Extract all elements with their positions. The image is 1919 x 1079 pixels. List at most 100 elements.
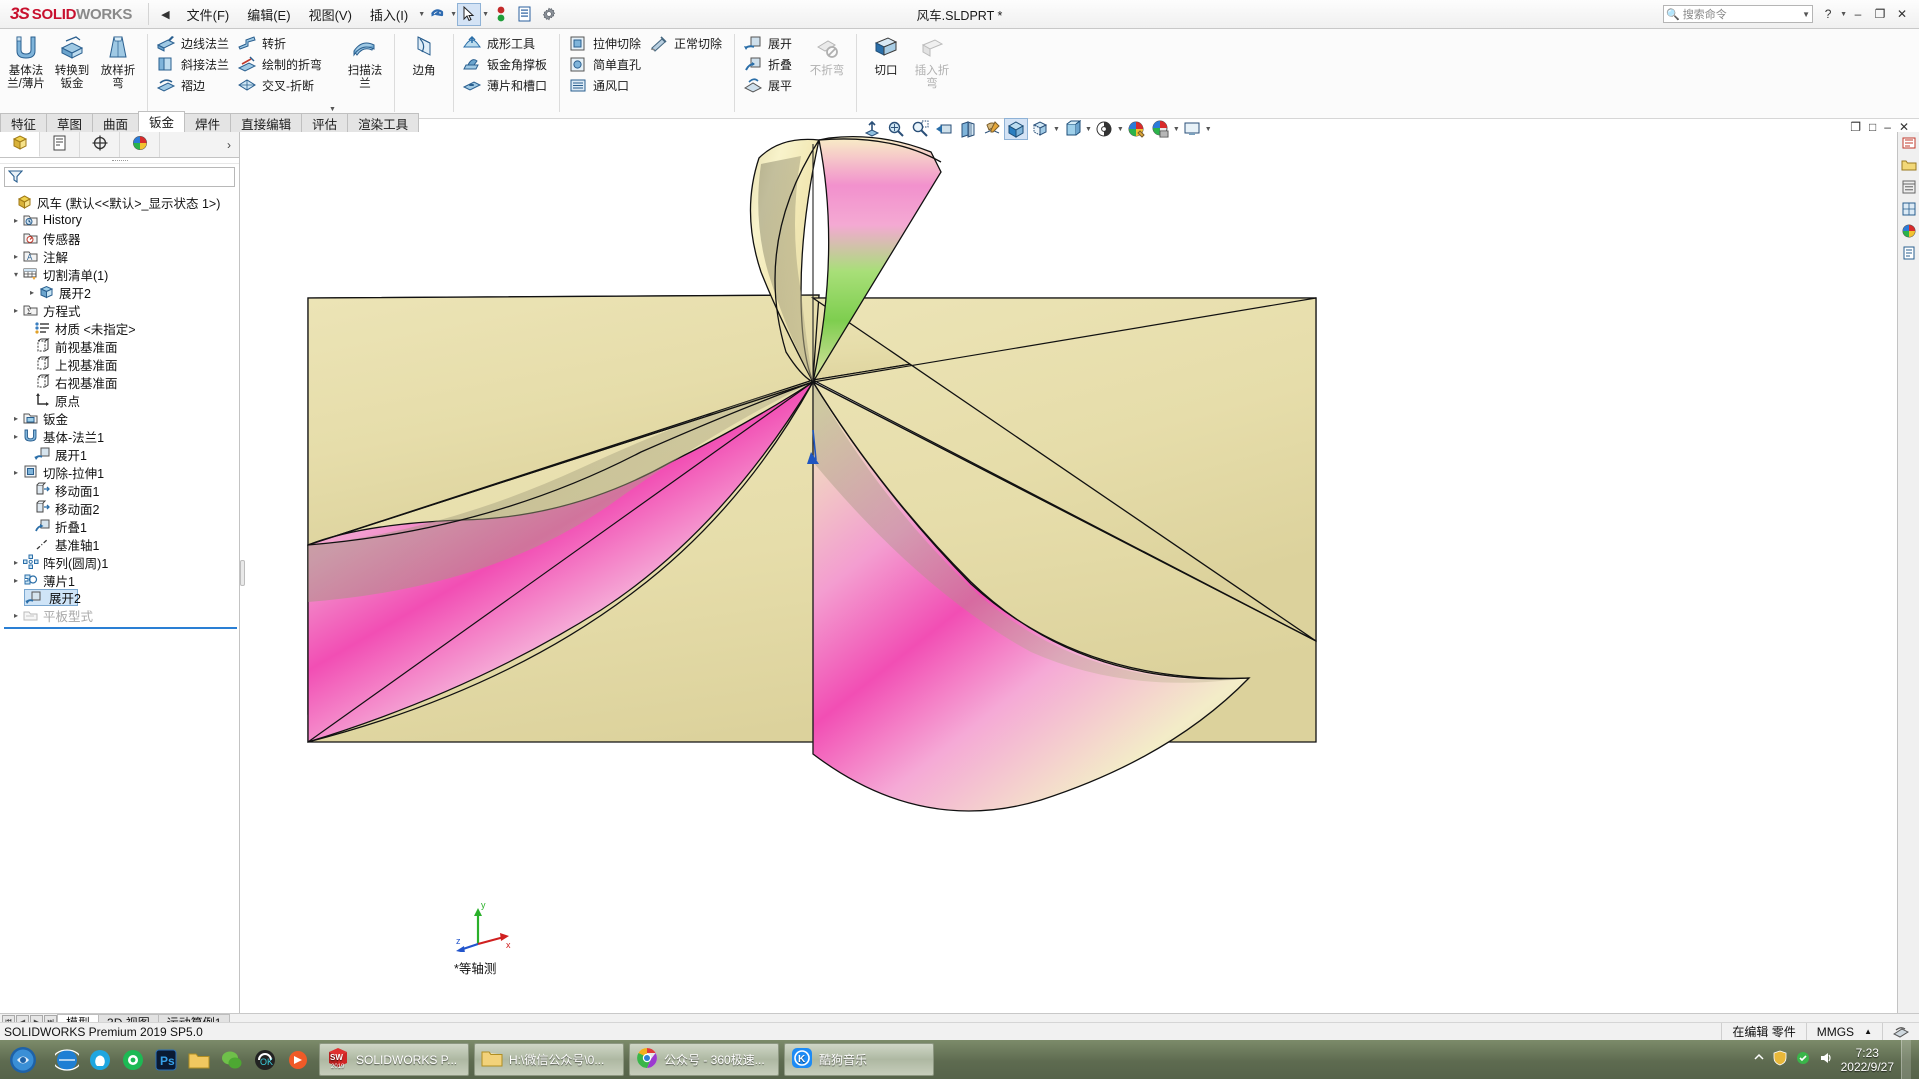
sw-resources-icon[interactable] bbox=[1898, 132, 1919, 154]
feature-manager-tab[interactable] bbox=[0, 132, 40, 157]
normal-cut-button[interactable]: 正常切除 bbox=[647, 33, 728, 54]
doc-maximize-button[interactable]: □ bbox=[1865, 120, 1880, 134]
restore-window-button[interactable]: ❐ bbox=[1869, 4, 1891, 24]
tree-node-origin[interactable]: 原点 bbox=[2, 391, 239, 409]
apply-scene-icon[interactable] bbox=[1124, 118, 1148, 140]
tree-twist[interactable]: ▾ bbox=[10, 270, 22, 279]
tree-twist[interactable]: ▸ bbox=[10, 611, 22, 620]
status-units-caret[interactable]: ▲ bbox=[1864, 1023, 1882, 1040]
rebuild-button[interactable] bbox=[489, 3, 513, 26]
forming-tool-button[interactable]: 成形工具 bbox=[460, 33, 553, 54]
doc-restore-button[interactable]: ❐ bbox=[1846, 120, 1865, 134]
undo-button[interactable] bbox=[425, 3, 449, 26]
lofted-bend-button[interactable]: 放样折弯 bbox=[95, 31, 141, 91]
tree-node-sensors[interactable]: 传感器 bbox=[2, 229, 239, 247]
tree-node-move-face-1[interactable]: 移动面1 bbox=[2, 481, 239, 499]
status-sheetmetal-icon[interactable] bbox=[1882, 1023, 1919, 1040]
menu-collapse-icon[interactable]: ◀ bbox=[153, 8, 177, 21]
rip-button[interactable]: 切口 bbox=[863, 31, 909, 78]
qq-icon[interactable] bbox=[87, 1047, 113, 1073]
tree-node-move-face-2[interactable]: 移动面2 bbox=[2, 499, 239, 517]
sketched-bend-button[interactable]: 绘制的折弯 bbox=[235, 54, 328, 75]
tree-twist[interactable]: ▸ bbox=[10, 468, 22, 477]
hem-button[interactable]: 褶边 bbox=[154, 75, 235, 96]
no-bends-button[interactable]: 不折弯 bbox=[804, 31, 850, 78]
zoom-in-out-icon[interactable] bbox=[908, 118, 932, 140]
panel-drag-handle[interactable] bbox=[0, 158, 239, 164]
tab-surfaces[interactable]: 曲面 bbox=[92, 113, 140, 132]
browser-icon[interactable] bbox=[54, 1047, 80, 1073]
appearances-scenes-icon[interactable] bbox=[1898, 220, 1919, 242]
360-browser-icon[interactable] bbox=[120, 1047, 146, 1073]
help-button[interactable]: ? bbox=[1817, 4, 1839, 24]
select-tool-button[interactable] bbox=[457, 2, 482, 26]
tab-direct-edit[interactable]: 直接编辑 bbox=[230, 113, 303, 132]
sheetmetal-gusset-button[interactable]: 钣金角撑板 bbox=[460, 54, 553, 75]
tree-node-part-root[interactable]: 风车 (默认<<默认>_显示状态 1>) bbox=[2, 193, 239, 211]
panel-splitter[interactable] bbox=[240, 560, 245, 586]
tree-node-unfold2[interactable]: 展开2 bbox=[24, 589, 81, 606]
tool-icon[interactable]: OK bbox=[252, 1047, 278, 1073]
doc-close-button[interactable]: ✕ bbox=[1895, 120, 1913, 134]
tree-node-equations[interactable]: ▸ Σ 方程式 bbox=[2, 301, 239, 319]
taskbar-item-solidworks[interactable]: SW 2019 SOLIDWORKS P... bbox=[319, 1043, 469, 1076]
simple-hole-button[interactable]: 简单直孔 bbox=[566, 54, 647, 75]
minimize-window-button[interactable]: – bbox=[1847, 4, 1869, 24]
folder-icon[interactable] bbox=[186, 1047, 212, 1073]
status-units-text[interactable]: MMGS bbox=[1805, 1023, 1864, 1040]
tree-node-extruded-cut[interactable]: ▸ 切除-拉伸1 bbox=[2, 463, 239, 481]
tree-node-front-plane[interactable]: 前视基准面 bbox=[2, 337, 239, 355]
extruded-cut-button[interactable]: 拉伸切除 bbox=[566, 33, 647, 54]
chat-icon[interactable] bbox=[219, 1047, 245, 1073]
tab-features[interactable]: 特征 bbox=[0, 113, 48, 132]
viewport-layout-icon[interactable] bbox=[1180, 118, 1204, 140]
corner-button[interactable]: 边角 bbox=[401, 31, 447, 78]
tree-twist[interactable]: ▸ bbox=[26, 288, 38, 297]
doc-minimize-button[interactable]: – bbox=[1880, 120, 1895, 134]
tree-node-cutlist[interactable]: ▾ 切割清单(1) bbox=[2, 265, 239, 283]
flatten-button[interactable]: 展平 bbox=[741, 75, 798, 96]
design-library-icon[interactable] bbox=[1898, 154, 1919, 176]
file-explorer-icon[interactable] bbox=[1898, 176, 1919, 198]
tree-twist[interactable]: ▸ bbox=[10, 216, 22, 225]
tab-evaluate[interactable]: 评估 bbox=[301, 113, 349, 132]
edit-appearance-icon[interactable] bbox=[1092, 118, 1116, 140]
tree-twist[interactable]: ▸ bbox=[10, 558, 22, 567]
tree-node-fold1[interactable]: 折叠1 bbox=[2, 517, 239, 535]
feature-filter-input[interactable] bbox=[4, 167, 235, 187]
search-input[interactable]: 🔍 搜索命令 ▼ bbox=[1663, 5, 1814, 23]
undo-caret[interactable]: ▼ bbox=[450, 11, 457, 18]
zoom-to-area-icon[interactable] bbox=[884, 118, 908, 140]
help-caret[interactable]: ▼ bbox=[1840, 11, 1847, 18]
graphics-viewport[interactable]: y x z *等轴测 bbox=[241, 132, 1919, 1013]
tree-node-sheetmetal-folder[interactable]: ▸ 钣金 bbox=[2, 409, 239, 427]
view-settings-icon[interactable] bbox=[1148, 118, 1172, 140]
tab-render-tools[interactable]: 渲染工具 bbox=[347, 113, 420, 132]
tree-node-flat-pattern[interactable]: ▸ 平板型式 bbox=[2, 606, 239, 624]
tab-sheetmetal[interactable]: 钣金 bbox=[138, 111, 186, 132]
app-icon[interactable] bbox=[285, 1047, 311, 1073]
tree-node-circular-pattern[interactable]: ▸ 阵列(圆周)1 bbox=[2, 553, 239, 571]
tree-node-top-plane[interactable]: 上视基准面 bbox=[2, 355, 239, 373]
start-button[interactable] bbox=[0, 1040, 46, 1079]
appearance-caret[interactable]: ▼ bbox=[1117, 126, 1124, 133]
view-orientation-icon[interactable] bbox=[980, 118, 1004, 140]
vent-button[interactable]: 通风口 bbox=[566, 75, 647, 96]
tree-twist[interactable]: ▸ bbox=[10, 306, 22, 315]
menu-file[interactable]: 文件(F) bbox=[178, 1, 239, 28]
tree-rollback-bar[interactable] bbox=[4, 627, 237, 629]
show-desktop-button[interactable] bbox=[1901, 1040, 1911, 1079]
taskbar-item-explorer[interactable]: H:\微信公众号\0... bbox=[474, 1043, 624, 1076]
file-properties-button[interactable] bbox=[513, 3, 537, 26]
insert-bends-button[interactable]: 插入折弯 bbox=[909, 31, 955, 91]
miter-flange-button[interactable]: 斜接法兰 bbox=[154, 54, 235, 75]
jog-button[interactable]: 转折 bbox=[235, 33, 328, 54]
edge-flange-button[interactable]: 边线法兰 bbox=[154, 33, 235, 54]
close-window-button[interactable]: ✕ bbox=[1891, 4, 1913, 24]
tree-node-tab1[interactable]: ▸ 薄片1 bbox=[2, 571, 239, 589]
view-cube-icon[interactable] bbox=[1004, 118, 1028, 140]
tree-twist[interactable]: ▸ bbox=[10, 414, 22, 423]
network-icon[interactable] bbox=[1795, 1050, 1811, 1069]
menu-insert[interactable]: 插入(I) bbox=[361, 1, 417, 28]
tree-twist[interactable]: ▸ bbox=[10, 252, 22, 261]
